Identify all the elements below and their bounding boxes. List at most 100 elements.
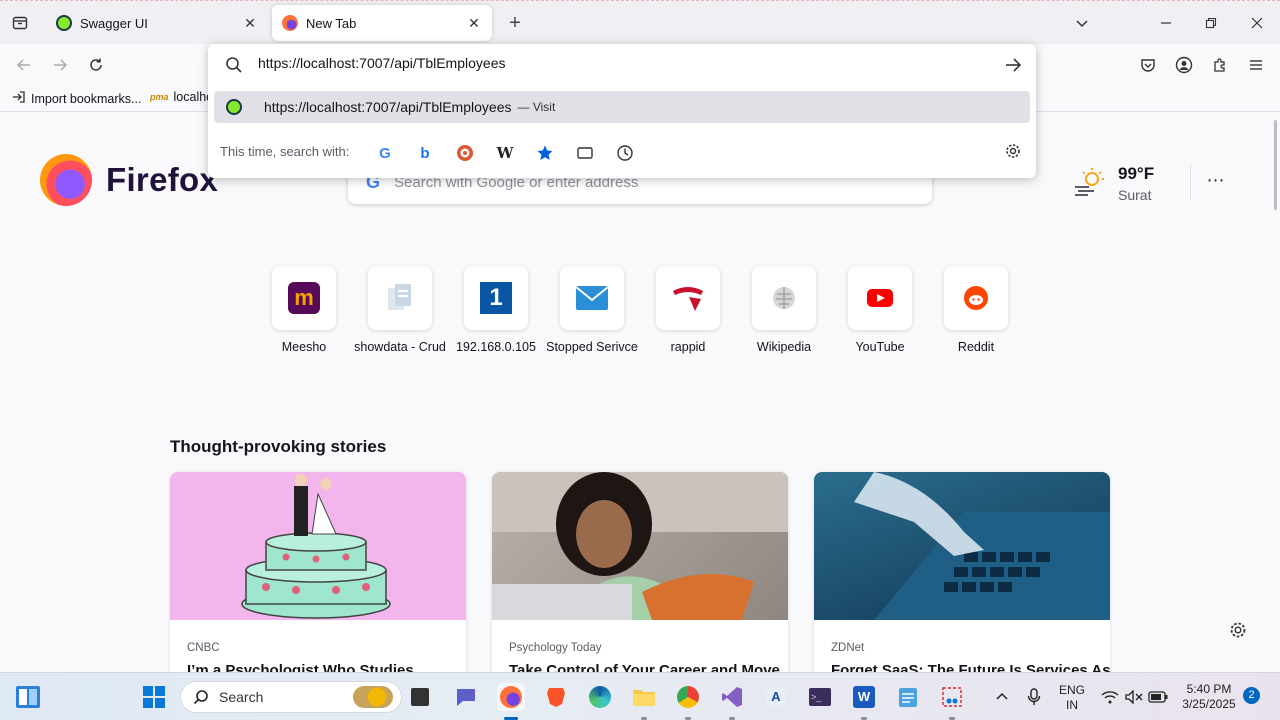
clock[interactable]: 5:40 PM 3/25/2025 — [1176, 682, 1242, 712]
url-input[interactable] — [258, 55, 958, 71]
shortcut-wikipedia[interactable]: Wikipedia — [736, 266, 832, 354]
weather-city: Surat — [1118, 187, 1152, 203]
widgets-button[interactable] — [14, 683, 42, 711]
divider — [1190, 164, 1191, 200]
google-engine-button[interactable]: G — [374, 142, 396, 164]
history-search-button[interactable] — [614, 142, 636, 164]
forward-button[interactable] — [47, 52, 73, 78]
page-scrollbar[interactable] — [1274, 120, 1277, 210]
language-code: ENG — [1058, 683, 1085, 697]
youtube-icon — [867, 289, 893, 307]
list-all-tabs-button[interactable] — [1070, 11, 1094, 35]
taskbar-app-terminal[interactable]: >_ — [806, 683, 834, 711]
duckduckgo-engine-button[interactable] — [454, 142, 476, 164]
shortcut-meesho[interactable]: m Meesho — [256, 266, 352, 354]
account-button[interactable] — [1171, 52, 1197, 78]
app-menu-button[interactable] — [1243, 52, 1269, 78]
close-tab-icon[interactable]: ✕ — [466, 15, 482, 31]
go-arrow-icon[interactable] — [1002, 54, 1024, 76]
show-hidden-icons-button[interactable] — [988, 683, 1016, 711]
story-source: ZDNet — [831, 642, 865, 654]
story-card[interactable]: CNBC I’m a Psychologist Who Studies — [170, 472, 466, 682]
search-settings-button[interactable] — [1004, 142, 1026, 164]
taskbar-app-snipping-tool[interactable] — [938, 683, 966, 711]
weather-more-button[interactable]: ⋯ — [1204, 170, 1228, 194]
weather-temperature: 99°F — [1118, 164, 1155, 183]
bookmarks-search-button[interactable] — [534, 142, 556, 164]
chevron-up-icon — [996, 692, 1008, 700]
suggestion-action: — Visit — [517, 100, 556, 114]
taskbar-app-word[interactable]: W — [850, 683, 878, 711]
taskbar-app-translator[interactable]: A — [762, 683, 790, 711]
tab-list-button[interactable] — [8, 11, 32, 35]
taskbar-search-box[interactable]: Search — [180, 681, 402, 713]
brave-icon — [547, 688, 565, 707]
word-icon: W — [853, 686, 875, 708]
bookmark-localhost[interactable]: pma localho — [150, 90, 213, 104]
minimize-button[interactable] — [1154, 11, 1178, 35]
taskbar-app-chrome[interactable] — [674, 683, 702, 711]
folder-icon — [633, 690, 655, 706]
bookmark-import[interactable]: Import bookmarks... — [12, 90, 141, 107]
start-button[interactable] — [140, 683, 168, 711]
tab-swagger-ui[interactable]: Swagger UI ✕ — [46, 5, 268, 41]
bing-engine-button[interactable]: b — [414, 142, 436, 164]
taskbar-app-edge[interactable] — [586, 683, 614, 711]
close-window-button[interactable] — [1245, 11, 1269, 35]
bookmarks-star-icon — [537, 145, 553, 160]
taskbar-search-label: Search — [219, 689, 264, 705]
tabs-icon — [577, 147, 593, 159]
notification-badge[interactable]: 2 — [1243, 687, 1260, 704]
shortcut-192-168-0-105[interactable]: 1 192.168.0.105 — [448, 266, 544, 354]
taskbar-app-explorer[interactable] — [630, 683, 658, 711]
taskbar-app-file-manager[interactable] — [406, 683, 434, 711]
shortcut-showdata-crud[interactable]: showdata - Crud — [352, 266, 448, 354]
tabs-search-button[interactable] — [574, 142, 596, 164]
firefox-icon — [282, 15, 298, 31]
taskbar-app-firefox[interactable] — [497, 683, 525, 711]
pocket-button[interactable] — [1135, 52, 1161, 78]
extensions-button[interactable] — [1207, 52, 1233, 78]
url-suggestion-row[interactable]: https://localhost:7007/api/TblEmployees … — [214, 91, 1030, 123]
bing-icon: b — [420, 144, 430, 162]
story-card[interactable]: ZDNet Forget SaaS: The Future Is Service… — [814, 472, 1110, 682]
duckduckgo-icon — [457, 145, 473, 161]
taskbar-app-brave[interactable] — [542, 683, 570, 711]
language-indicator[interactable]: ENG IN — [1056, 683, 1088, 713]
shortcut-label: Stopped Serivce — [546, 340, 638, 354]
swagger-icon — [226, 99, 242, 115]
shortcut-label: 192.168.0.105 — [456, 340, 536, 354]
battery-icon — [1148, 691, 1168, 703]
document-icon — [388, 284, 411, 310]
microphone-button[interactable] — [1020, 683, 1048, 711]
shortcut-youtube[interactable]: YouTube — [832, 266, 928, 354]
taskbar-app-teams[interactable] — [452, 683, 480, 711]
story-source: CNBC — [187, 642, 220, 654]
personalize-button[interactable] — [1228, 620, 1250, 642]
shortcut-stopped-service[interactable]: Stopped Serivce — [544, 266, 640, 354]
back-button[interactable] — [11, 52, 37, 78]
windows-logo-icon — [143, 686, 165, 708]
tab-title: Swagger UI — [80, 15, 148, 31]
mail-icon — [575, 286, 609, 310]
restore-button[interactable] — [1199, 11, 1223, 35]
shortcut-rappid[interactable]: rappid — [640, 266, 736, 354]
visual-studio-icon — [722, 687, 742, 707]
taskbar-app-visual-studio[interactable] — [718, 683, 746, 711]
reddit-icon — [964, 286, 988, 310]
suggestion-url: https://localhost:7007/api/TblEmployees — [264, 99, 512, 115]
reload-button[interactable] — [83, 52, 109, 78]
new-tab-button[interactable]: + — [504, 12, 526, 34]
extensions-puzzle-icon — [1214, 58, 1225, 72]
stories-heading: Thought-provoking stories — [170, 437, 387, 456]
back-arrow-icon — [16, 59, 30, 71]
story-card[interactable]: Psychology Today Take Control of Your Ca… — [492, 472, 788, 682]
taskbar-app-notepad[interactable] — [894, 683, 922, 711]
shortcut-reddit[interactable]: Reddit — [928, 266, 1024, 354]
scissors-icon — [942, 687, 962, 707]
tab-new-tab[interactable]: New Tab ✕ — [272, 5, 492, 41]
wikipedia-engine-button[interactable]: W — [494, 142, 516, 164]
region-code: IN — [1066, 698, 1078, 712]
close-tab-icon[interactable]: ✕ — [242, 15, 258, 31]
battery-button[interactable] — [1144, 683, 1172, 711]
